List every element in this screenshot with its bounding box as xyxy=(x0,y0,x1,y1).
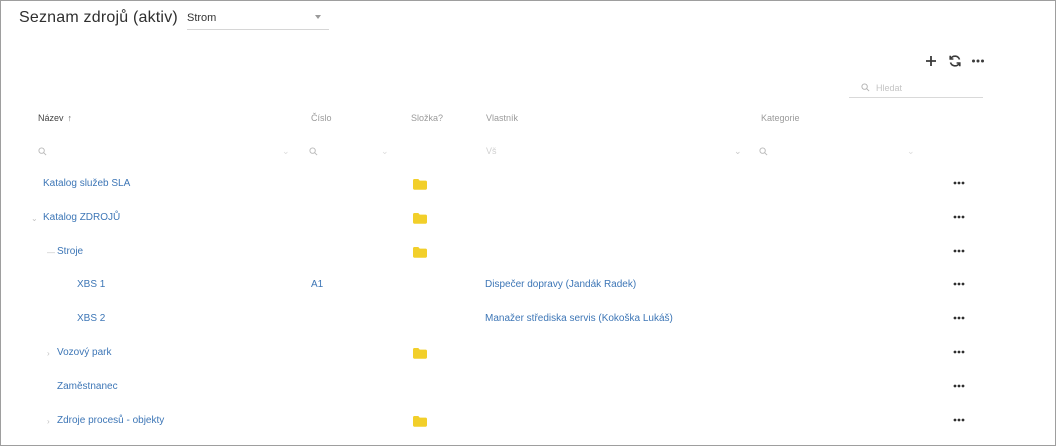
row-more-icon[interactable] xyxy=(951,314,967,322)
expand-toggle-icon[interactable]: — xyxy=(47,248,55,257)
expand-toggle-icon[interactable]: ⌄ xyxy=(31,214,38,223)
row-more-icon[interactable] xyxy=(951,382,967,390)
table-row[interactable]: › Vozový park xyxy=(19,336,1039,370)
folder-icon xyxy=(413,348,427,359)
filter-number-input[interactable] xyxy=(323,145,373,158)
resource-name-link[interactable]: XBS 1 xyxy=(77,279,105,290)
resource-name-link[interactable]: Zaměstnanec xyxy=(57,381,118,392)
resource-name-link[interactable]: Stroje xyxy=(57,246,83,257)
column-label-name: Název xyxy=(38,113,64,123)
row-more-icon[interactable] xyxy=(951,416,967,424)
plus-icon[interactable] xyxy=(923,53,939,69)
resource-list-panel: Seznam zdrojů (aktiv) Strom Název↑ Číslo… xyxy=(0,0,1056,446)
table-row[interactable]: Zaměstnanec xyxy=(19,370,1039,404)
row-more-icon[interactable] xyxy=(951,179,967,187)
column-header-owner[interactable]: Vlastník xyxy=(486,113,518,123)
resource-name-link[interactable]: Zdroje procesů - objekty xyxy=(57,415,164,426)
filter-options-icon[interactable]: ⌄ xyxy=(282,146,290,157)
view-mode-select[interactable]: Strom xyxy=(187,10,329,30)
table-row[interactable]: XBS 2 Manažer střediska servis (Kokoška L… xyxy=(19,302,1039,336)
resource-name-link[interactable]: XBS 2 xyxy=(77,313,105,324)
page-title: Seznam zdrojů (aktiv) xyxy=(19,9,178,26)
refresh-icon[interactable] xyxy=(947,53,963,69)
expand-toggle-icon[interactable]: › xyxy=(47,417,50,426)
resource-name-link[interactable]: Katalog ZDROJŮ xyxy=(43,212,120,223)
chevron-down-icon xyxy=(315,15,321,19)
column-header-name[interactable]: Název ↑ xyxy=(38,113,72,123)
row-more-icon[interactable] xyxy=(951,213,967,221)
resource-number: A1 xyxy=(311,279,324,290)
filter-owner-placeholder[interactable]: Vš xyxy=(486,146,497,156)
search-field xyxy=(849,79,983,98)
resource-owner-link[interactable]: Dispečer dopravy (Jandák Radek) xyxy=(485,279,636,290)
filter-number: ⌄ xyxy=(309,145,389,159)
more-horizontal-icon[interactable] xyxy=(970,53,986,69)
filter-name: ⌄ xyxy=(38,145,294,159)
chevron-down-icon[interactable]: ⌄ xyxy=(734,146,742,157)
folder-icon xyxy=(413,213,427,224)
row-more-icon[interactable] xyxy=(951,280,967,288)
filter-options-icon[interactable]: ⌄ xyxy=(381,146,389,157)
row-more-icon[interactable] xyxy=(951,247,967,255)
search-icon xyxy=(38,147,47,156)
table-row[interactable]: — Stroje xyxy=(19,235,1039,269)
folder-icon xyxy=(413,247,427,258)
folder-icon xyxy=(413,179,427,190)
search-icon xyxy=(861,83,870,92)
sort-ascending-icon: ↑ xyxy=(67,113,73,123)
search-icon xyxy=(759,147,768,156)
table-row[interactable]: XBS 1 A1 Dispečer dopravy (Jandák Radek) xyxy=(19,268,1039,302)
expand-toggle-icon[interactable]: › xyxy=(47,349,50,358)
filter-category: ⌄ xyxy=(759,145,919,159)
table-row[interactable]: › Zdroje procesů - objekty xyxy=(19,404,1039,438)
resource-name-link[interactable]: Vozový park xyxy=(57,347,111,358)
table-row[interactable]: ⌄ Katalog ZDROJŮ xyxy=(19,201,1039,235)
search-input[interactable] xyxy=(876,80,980,96)
filter-owner: Vš ⌄ xyxy=(486,145,742,159)
folder-icon xyxy=(413,416,427,427)
column-header-category[interactable]: Kategorie xyxy=(761,113,800,123)
column-header-folder[interactable]: Složka? xyxy=(411,113,443,123)
resource-name-link[interactable]: Katalog služeb SLA xyxy=(43,178,130,189)
filter-category-input[interactable] xyxy=(773,145,893,158)
row-more-icon[interactable] xyxy=(951,348,967,356)
filter-options-icon[interactable]: ⌄ xyxy=(907,146,915,157)
column-header-number[interactable]: Číslo xyxy=(311,113,332,123)
table-row[interactable]: Katalog služeb SLA xyxy=(19,167,1039,201)
view-mode-value: Strom xyxy=(187,12,217,24)
resource-owner-link[interactable]: Manažer střediska servis (Kokoška Lukáš) xyxy=(485,313,673,324)
filter-name-input[interactable] xyxy=(52,145,272,158)
search-icon xyxy=(309,147,318,156)
